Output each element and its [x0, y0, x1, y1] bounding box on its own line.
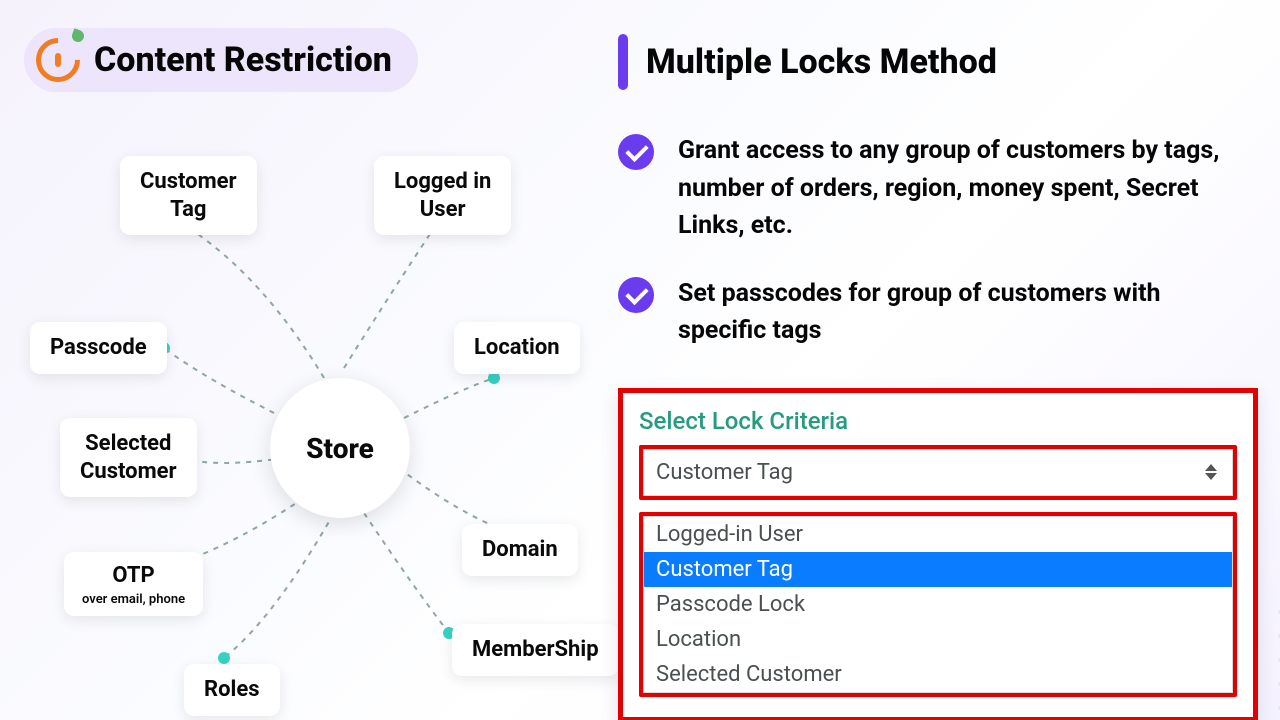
node-otp-sub: over email, phone [82, 592, 185, 608]
store-label: Store [306, 432, 374, 465]
store-node: Store [270, 378, 410, 518]
option-item[interactable]: Customer Tag [644, 552, 1232, 587]
option-item[interactable]: Passcode Lock [644, 587, 1232, 622]
node-logged-in-user: Logged in User [374, 156, 511, 235]
bullet-item: Set passcodes for group of customers wit… [618, 275, 1238, 350]
select-value: Customer Tag [656, 460, 793, 485]
node-location: Location [454, 322, 580, 374]
node-domain: Domain [462, 524, 578, 576]
lock-criteria-select[interactable]: Customer Tag [639, 445, 1237, 500]
node-passcode: Passcode [30, 322, 167, 374]
option-item[interactable]: Selected Customer [644, 657, 1232, 692]
lock-criteria-options: Logged-in UserCustomer TagPasscode LockL… [639, 512, 1237, 697]
node-membership: MemberShip [452, 624, 619, 676]
option-item[interactable]: Location [644, 622, 1232, 657]
node-selected-customer: Selected Customer [60, 418, 197, 497]
node-otp: OTP over email, phone [64, 552, 203, 616]
sort-arrows-icon [1205, 464, 1217, 480]
lock-criteria-panel: Select Lock Criteria Customer Tag Logged… [618, 388, 1258, 720]
bullet-text: Grant access to any group of customers b… [678, 132, 1238, 245]
check-icon [618, 134, 654, 170]
content-restriction-badge: Content Restriction [24, 28, 418, 92]
page-heading: Multiple Locks Method [646, 42, 997, 82]
bullet-text: Set passcodes for group of customers wit… [678, 275, 1238, 350]
node-roles: Roles [184, 664, 280, 716]
option-item[interactable]: Logged-in User [644, 517, 1232, 552]
heading-row: Multiple Locks Method [618, 34, 1258, 90]
check-icon [618, 277, 654, 313]
panel-label: Select Lock Criteria [639, 407, 1237, 435]
accent-bar [618, 34, 628, 90]
node-otp-label: OTP [112, 563, 154, 588]
node-customer-tag: Customer Tag [120, 156, 257, 235]
badge-title: Content Restriction [94, 40, 392, 80]
bullet-item: Grant access to any group of customers b… [618, 132, 1238, 245]
lock-ring-icon [36, 38, 80, 82]
store-graph: Store Customer Tag Logged in User Passco… [24, 118, 614, 708]
